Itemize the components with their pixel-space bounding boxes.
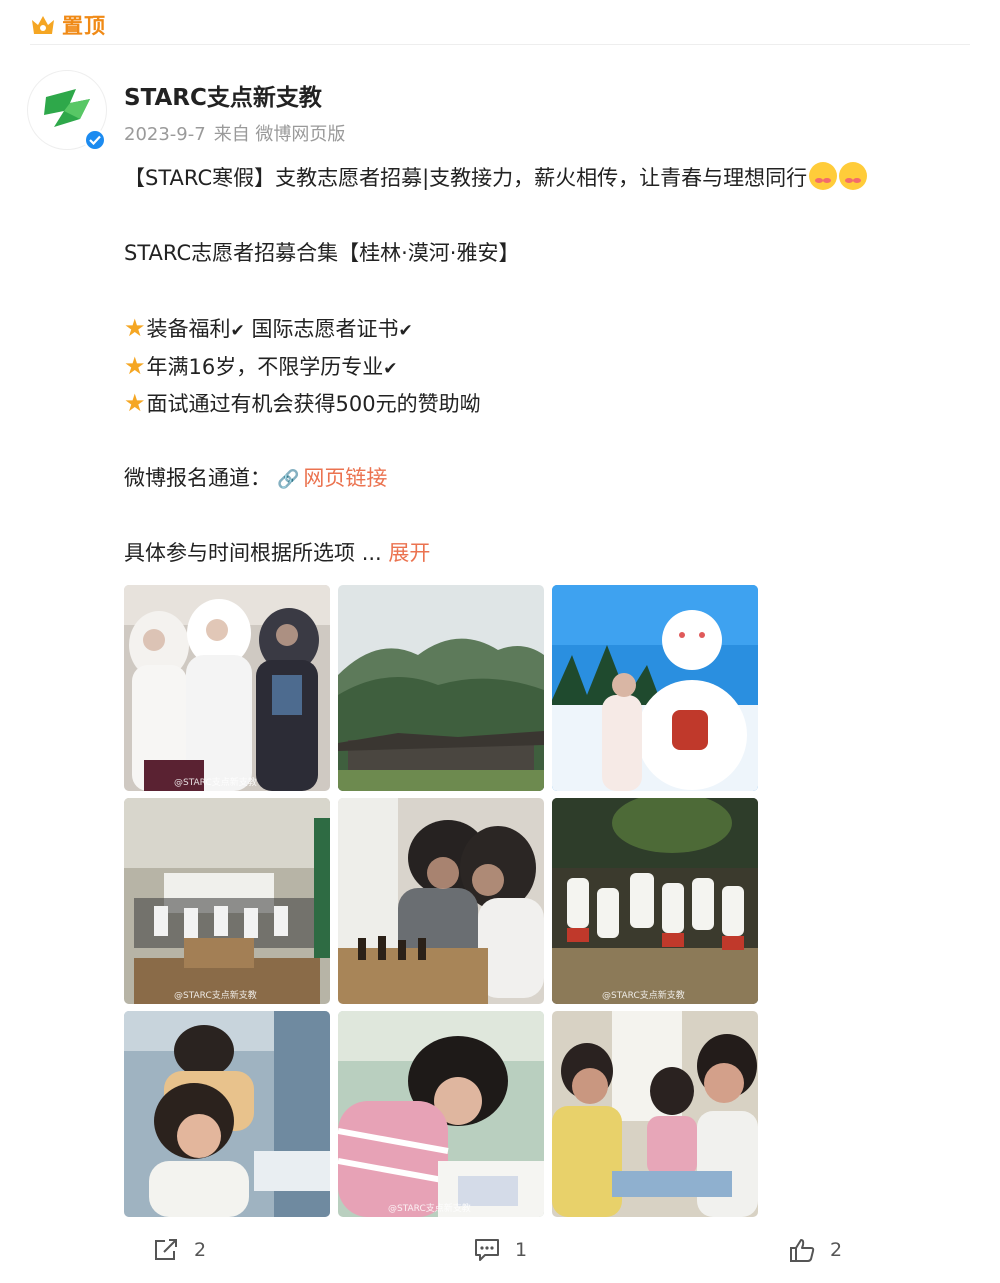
blush-emoji-icon: [809, 162, 838, 190]
comment-count: 1: [515, 1239, 528, 1261]
pinned-label: 置顶: [62, 14, 106, 38]
star-icon: ★: [124, 314, 146, 342]
comment-button[interactable]: 1: [473, 1230, 527, 1270]
perk-line-1: ★装备福利✔ 国际志愿者证书✔: [124, 310, 984, 348]
photo-girls-classroom[interactable]: [552, 1011, 758, 1217]
perk-text: 年满16岁，不限学历专业: [146, 354, 384, 379]
photo-classroom-group[interactable]: @STARC支点新支教: [124, 798, 330, 1004]
photo-girl-writing[interactable]: @STARC支点新支教: [338, 1011, 544, 1217]
blush-emoji-icon: [839, 162, 868, 190]
post-source: 来自 微博网页版: [213, 124, 346, 145]
title-line: 【STARC寒假】支教志愿者招募|支教接力，薪火相传，让青春与理想同行: [124, 160, 984, 198]
check-icon: ✔: [398, 321, 413, 341]
check-icon: ✔: [383, 358, 398, 379]
photo-classroom-boy-girl[interactable]: [124, 1011, 330, 1217]
photo-volunteers-winter[interactable]: @STARC支点新支教: [124, 585, 330, 791]
perk-text: 国际志愿者证书: [251, 317, 399, 341]
title-text: 【STARC寒假】支教志愿者招募|支教接力，薪火相传，让青春与理想同行: [124, 166, 808, 190]
perk-text: 面试通过有机会获得500元的赞助呦: [146, 392, 481, 416]
perk-line-2: ★年满16岁，不限学历专业✔: [124, 348, 984, 386]
photo-chess-game[interactable]: [338, 798, 544, 1004]
divider: [30, 44, 970, 45]
like-count: 2: [830, 1239, 843, 1261]
expand-button[interactable]: 展开: [388, 541, 430, 565]
post-meta: 2023-9-7 来自 微博网页版: [124, 120, 353, 146]
like-icon: [790, 1239, 815, 1262]
action-bar: 2 1 2: [0, 1230, 1000, 1270]
ellipsis: ...: [361, 541, 382, 565]
verified-icon: [84, 129, 106, 151]
comment-icon: [475, 1239, 499, 1261]
photo-kids-night[interactable]: @STARC支点新支教: [552, 798, 758, 1004]
share-count: 2: [194, 1239, 207, 1261]
time-text: 具体参与时间根据所选项: [124, 541, 355, 565]
post-date[interactable]: 2023-9-7: [124, 124, 206, 145]
pinned-indicator: 置顶: [30, 10, 106, 40]
perk-text: 装备福利: [146, 317, 231, 341]
crown-icon: [30, 14, 56, 36]
photo-grid: @STARC支点新支教 @STARC支点新支教 @STARC支点新支教 @STA…: [124, 585, 758, 1218]
share-button[interactable]: 2: [152, 1230, 206, 1270]
photo-snowman[interactable]: [552, 585, 758, 791]
watermark: @STARC支点新支教: [602, 991, 685, 1001]
star-icon: ★: [124, 389, 146, 417]
post-content: 【STARC寒假】支教志愿者招募|支教接力，薪火相传，让青春与理想同行 STAR…: [124, 160, 984, 573]
username[interactable]: STARC支点新支教: [124, 78, 322, 112]
signup-link[interactable]: 网页链接: [303, 466, 387, 490]
watermark: @STARC支点新支教: [174, 991, 257, 1001]
share-icon: [155, 1239, 177, 1260]
collection-line: STARC志愿者招募合集【桂林·漠河·雅安】: [124, 241, 520, 265]
star-icon: ★: [124, 351, 146, 380]
check-icon: ✔: [230, 321, 245, 341]
watermark: @STARC支点新支教: [388, 1204, 471, 1214]
signup-line: 微博报名通道： 🔗 网页链接: [124, 460, 984, 498]
watermark: @STARC支点新支教: [174, 778, 257, 788]
link-icon[interactable]: 🔗: [277, 469, 299, 490]
perk-line-3: ★面试通过有机会获得500元的赞助呦: [124, 385, 984, 423]
photo-mountain-village[interactable]: [338, 585, 544, 791]
like-button[interactable]: 2: [788, 1230, 842, 1270]
signup-label: 微博报名通道：: [124, 466, 271, 490]
starc-logo: [44, 89, 90, 127]
time-line: 具体参与时间根据所选项 ... 展开: [124, 535, 984, 573]
